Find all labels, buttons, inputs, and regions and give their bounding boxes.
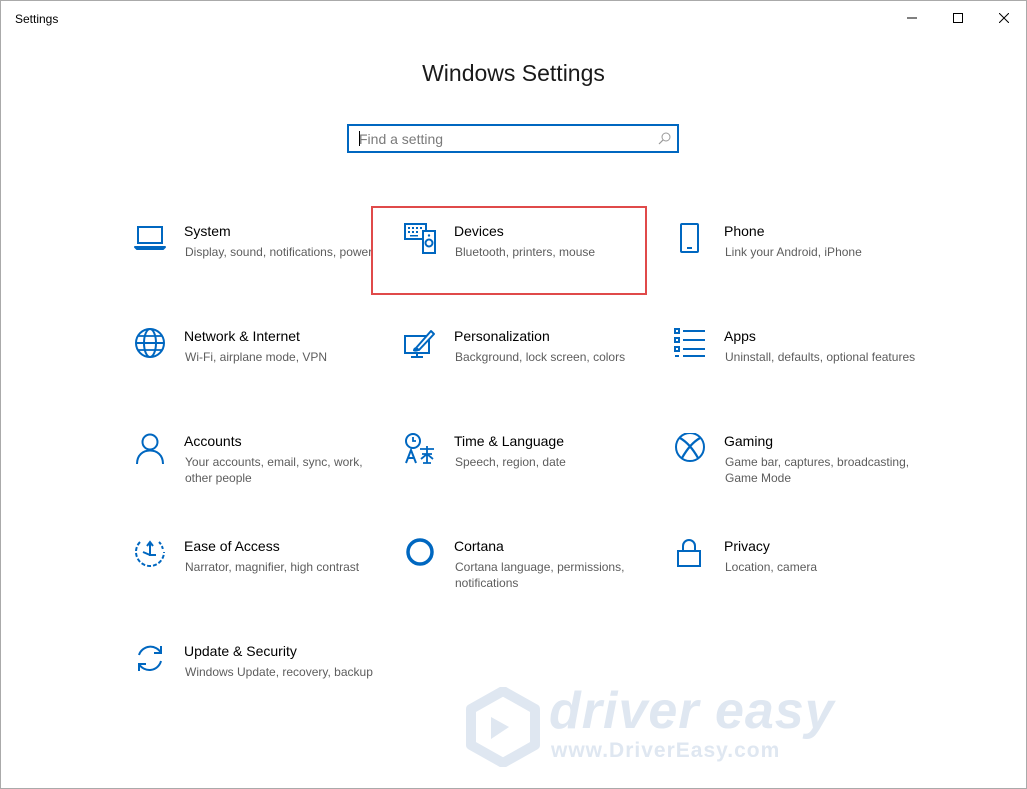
tile-accounts[interactable]: Accounts Your accounts, email, sync, wor… — [134, 433, 394, 513]
tile-devices[interactable]: Devices Bluetooth, printers, mouse — [404, 223, 664, 303]
keyboard-speaker-icon — [404, 223, 438, 257]
text-caret — [359, 131, 360, 146]
tile-name: Network & Internet — [184, 328, 300, 344]
page-title: Windows Settings — [422, 60, 605, 86]
laptop-icon — [134, 223, 168, 257]
tile-description: Wi-Fi, airplane mode, VPN — [185, 350, 328, 364]
tile-name: Ease of Access — [184, 538, 280, 554]
tile-description: Location, camera — [725, 560, 818, 574]
phone-icon — [674, 223, 708, 257]
tile-system[interactable]: System Display, sound, notifications, po… — [134, 223, 394, 303]
tile-apps[interactable]: Apps Uninstall, defaults, optional featu… — [674, 328, 934, 408]
tile-name: Devices — [454, 223, 504, 239]
tile-privacy[interactable]: Privacy Location, camera — [674, 538, 934, 618]
tile-update-security[interactable]: Update & Security Windows Update, recove… — [134, 643, 394, 723]
language-icon — [404, 433, 438, 467]
sync-arrows-icon — [134, 643, 168, 677]
watermark-brand: driver easy — [549, 682, 835, 740]
tile-name: System — [184, 223, 231, 239]
tile-description: Link your Android, iPhone — [725, 245, 862, 259]
tile-gaming[interactable]: Gaming Game bar, captures, broadcasting,… — [674, 433, 934, 513]
tile-name: Accounts — [184, 433, 242, 449]
tile-name: Time & Language — [454, 433, 564, 449]
person-icon — [134, 433, 168, 467]
maximize-icon — [953, 13, 963, 23]
close-button[interactable] — [981, 1, 1026, 35]
tile-cortana[interactable]: Cortana Cortana language, permissions, n… — [404, 538, 664, 618]
tile-personalization[interactable]: Personalization Background, lock screen,… — [404, 328, 664, 408]
tile-description: Bluetooth, printers, mouse — [455, 245, 596, 259]
lock-icon — [674, 538, 708, 572]
tile-ease-of-access[interactable]: Ease of Access Narrator, magnifier, high… — [134, 538, 394, 618]
maximize-button[interactable] — [935, 1, 981, 35]
close-icon — [999, 13, 1009, 23]
app-list-icon — [674, 328, 708, 362]
tile-name: Gaming — [724, 433, 774, 449]
ease-of-access-icon — [134, 538, 168, 572]
tile-description: Speech, region, date — [455, 455, 566, 469]
tile-description: Narrator, magnifier, high contrast — [185, 560, 360, 574]
globe-icon — [134, 328, 168, 362]
tile-name: Cortana — [454, 538, 504, 554]
minimize-icon — [907, 17, 917, 19]
tile-name: Update & Security — [184, 643, 297, 659]
cortana-ring-icon — [404, 538, 438, 572]
tile-description: Uninstall, defaults, optional features — [725, 350, 916, 364]
tile-description: Your accounts, email, sync, work, other … — [185, 455, 363, 485]
tile-name: Apps — [724, 328, 756, 344]
watermark-logo — [466, 687, 540, 767]
tile-name: Phone — [724, 223, 765, 239]
tile-description: Windows Update, recovery, backup — [185, 665, 373, 679]
tile-network[interactable]: Network & Internet Wi-Fi, airplane mode,… — [134, 328, 394, 408]
search-box[interactable] — [347, 124, 679, 153]
watermark-url: www.DriverEasy.com — [551, 739, 781, 762]
tile-name: Personalization — [454, 328, 550, 344]
search-input[interactable] — [349, 126, 659, 151]
settings-window: Settings Windows Settings System Display… — [0, 0, 1027, 789]
window-title: Settings — [15, 12, 59, 26]
xbox-icon — [674, 433, 708, 467]
watermark: driver easy www.DriverEasy.com — [463, 682, 834, 767]
tile-time-language[interactable]: Time & Language Speech, region, date — [404, 433, 664, 513]
tile-description: Display, sound, notifications, power — [185, 245, 373, 259]
tile-description: Cortana language, permissions, notificat… — [455, 560, 625, 590]
title-bar[interactable]: Settings — [1, 1, 1026, 35]
search-icon[interactable] — [658, 132, 671, 145]
tile-description: Background, lock screen, colors — [455, 350, 626, 364]
tile-description: Game bar, captures, broadcasting, Game M… — [725, 455, 910, 485]
minimize-button[interactable] — [889, 1, 935, 35]
tile-phone[interactable]: Phone Link your Android, iPhone — [674, 223, 934, 303]
paint-brush-icon — [404, 328, 438, 362]
tile-name: Privacy — [724, 538, 770, 554]
